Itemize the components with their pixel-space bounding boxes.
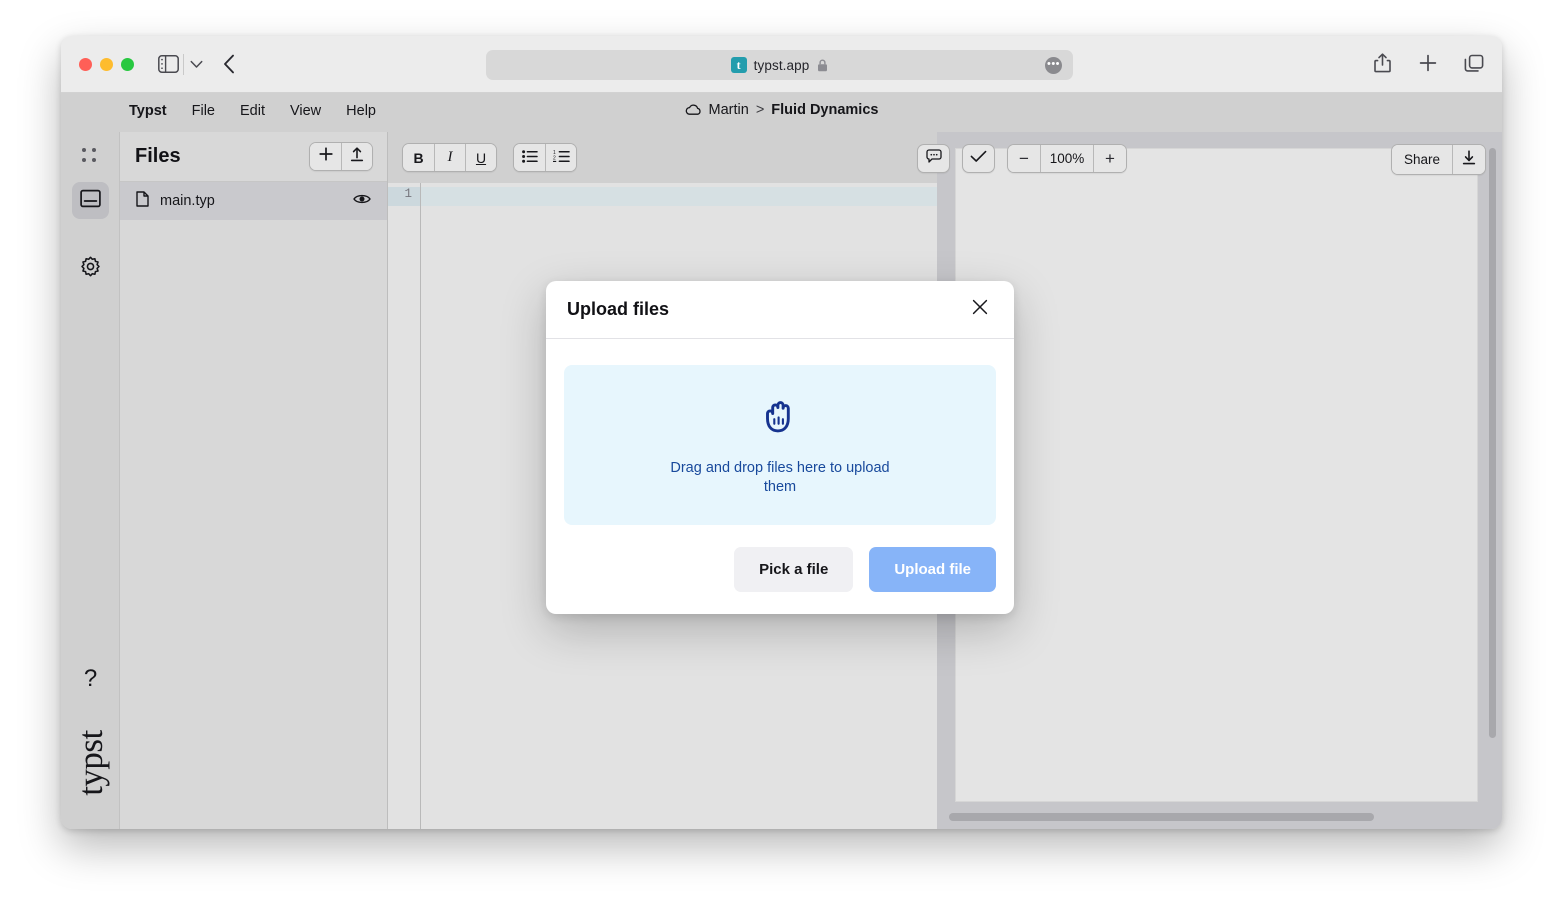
open-hand-icon [757,394,803,445]
upload-file-button[interactable]: Upload file [869,547,996,592]
dropzone-instruction-text: Drag and drop files here to upload them [670,460,890,495]
modal-overlay: Upload files Drag and drop files here to… [61,36,1502,829]
dialog-title: Upload files [567,299,670,319]
dialog-footer: Pick a file Upload file [546,525,1014,614]
dialog-header: Upload files [546,281,1014,339]
file-dropzone[interactable]: Drag and drop files here to upload them [564,365,996,525]
pick-a-file-button[interactable]: Pick a file [734,547,854,592]
upload-files-dialog: Upload files Drag and drop files here to… [546,281,1014,614]
browser-window: t typst.app ••• Typst File Edit View Hel… [61,36,1502,829]
close-icon [972,299,988,320]
close-dialog-button[interactable] [967,297,993,323]
dialog-body: Drag and drop files here to upload them [546,339,1014,525]
